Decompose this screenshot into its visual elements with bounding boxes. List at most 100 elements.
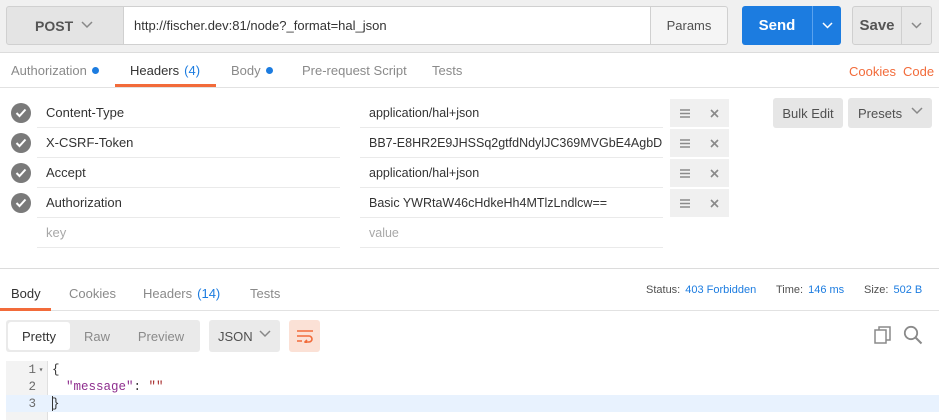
header-key-field[interactable]: Content-Type — [37, 98, 340, 128]
checkbox-checked-icon[interactable] — [11, 163, 31, 183]
chevron-down-icon — [911, 107, 923, 115]
request-bar: POST http://fischer.dev:81/node?_format=… — [0, 0, 939, 53]
new-header-value-input[interactable]: value — [360, 218, 663, 248]
preview-button[interactable]: Preview — [126, 320, 196, 352]
response-tab-body[interactable]: Body — [11, 275, 41, 311]
chevron-down-icon — [259, 330, 271, 338]
params-label: Params — [666, 18, 712, 33]
header-key-text: Accept — [46, 165, 86, 180]
send-dropdown-button[interactable] — [812, 6, 841, 45]
header-value-text: application/hal+json — [369, 165, 480, 180]
url-input[interactable]: http://fischer.dev:81/node?_format=hal_j… — [123, 6, 651, 45]
header-value-field[interactable]: application/hal+json — [360, 98, 663, 128]
save-button[interactable]: Save — [852, 6, 902, 45]
presets-dropdown[interactable]: Presets — [848, 98, 932, 128]
method-label: POST — [35, 17, 74, 34]
checkbox-checked-icon[interactable] — [11, 103, 31, 123]
json-colon: : — [133, 379, 149, 394]
line-number: 1 — [28, 362, 36, 377]
header-key-text: Authorization — [46, 195, 122, 210]
status-label: Status: — [646, 284, 681, 296]
response-code-viewer[interactable]: 1 ▾ { 2 "message": "" 3 } — [6, 361, 939, 420]
header-row: Accept application/hal+json — [0, 158, 939, 188]
tab-pre-request-label: Pre-request Script — [302, 63, 407, 78]
row-actions — [670, 129, 729, 157]
header-value-field[interactable]: Basic YWRtaW46cHdkeHh4MTlzLndlcw== — [360, 188, 663, 218]
header-value-text: Basic YWRtaW46cHdkeHh4MTlzLndlcw== — [369, 195, 608, 210]
tab-headers[interactable]: Headers (4) — [130, 53, 200, 88]
menu-icon[interactable] — [670, 168, 700, 178]
size-meta: Size: 502 B — [864, 275, 922, 305]
response-tab-headers[interactable]: Headers (14) — [143, 275, 220, 311]
wrap-lines-button[interactable] — [289, 320, 320, 352]
pretty-button[interactable]: Pretty — [8, 322, 70, 350]
menu-icon[interactable] — [670, 138, 700, 148]
code-text: { — [52, 362, 60, 377]
search-icon[interactable] — [903, 325, 923, 345]
response-tab-headers-label: Headers — [143, 285, 193, 301]
tab-body-label: Body — [231, 63, 261, 78]
params-button[interactable]: Params — [650, 6, 728, 45]
method-select[interactable]: POST — [6, 6, 124, 45]
tab-authorization[interactable]: Authorization — [11, 53, 99, 88]
checkbox-checked-icon[interactable] — [11, 133, 31, 153]
tab-headers-count: (4) — [184, 63, 201, 78]
response-tab-headers-count: (14) — [197, 285, 221, 301]
format-label: JSON — [218, 328, 253, 344]
presets-label: Presets — [858, 105, 903, 121]
raw-button[interactable]: Raw — [72, 320, 122, 352]
active-response-tab-indicator — [0, 308, 51, 311]
menu-icon[interactable] — [670, 198, 700, 208]
wrap-lines-icon — [296, 330, 313, 343]
header-key-field[interactable]: Authorization — [37, 188, 340, 218]
chevron-down-icon — [821, 22, 833, 29]
save-dropdown-button[interactable] — [901, 6, 932, 45]
tab-tests[interactable]: Tests — [432, 53, 462, 88]
cookies-link-label: Cookies — [849, 64, 896, 79]
copy-icon[interactable] — [873, 325, 893, 345]
fold-arrow-icon[interactable]: ▾ — [36, 365, 46, 375]
save-label: Save — [859, 17, 895, 34]
header-key-field[interactable]: X-CSRF-Token — [37, 128, 340, 158]
close-icon[interactable] — [700, 108, 729, 118]
header-row: X-CSRF-Token BB7-E8HR2E9JHSSq2gtfdNdylJC… — [0, 128, 939, 158]
code-line: 1 ▾ { — [6, 361, 939, 378]
tab-pre-request-script[interactable]: Pre-request Script — [302, 53, 407, 88]
size-value[interactable]: 502 B — [893, 284, 922, 296]
format-select[interactable]: JSON — [209, 320, 280, 352]
header-value-field[interactable]: BB7-E8HR2E9JHSSq2gtfdNdylJC369MVGbE4AgbD… — [360, 128, 663, 158]
close-icon[interactable] — [700, 168, 729, 178]
new-header-row: key value — [0, 218, 939, 248]
status-meta: Status: 403 Forbidden — [646, 275, 756, 305]
header-key-field[interactable]: Accept — [37, 158, 340, 188]
cookies-link[interactable]: Cookies — [849, 53, 896, 90]
bulk-edit-button[interactable]: Bulk Edit — [773, 98, 843, 128]
url-text: http://fischer.dev:81/node?_format=hal_j… — [134, 18, 387, 33]
send-button[interactable]: Send — [742, 6, 812, 45]
new-header-key-input[interactable]: key — [37, 218, 340, 248]
section-divider — [0, 268, 939, 269]
key-placeholder: key — [46, 225, 67, 240]
close-icon[interactable] — [700, 198, 729, 208]
line-number: 3 — [28, 396, 36, 411]
header-value-field[interactable]: application/hal+json — [360, 158, 663, 188]
close-icon[interactable] — [700, 138, 729, 148]
response-tab-tests-label: Tests — [250, 285, 281, 301]
size-label: Size: — [864, 284, 889, 296]
status-value[interactable]: 403 Forbidden — [685, 284, 756, 296]
time-value[interactable]: 146 ms — [808, 284, 844, 296]
tab-body[interactable]: Body — [231, 53, 273, 88]
row-actions — [670, 159, 729, 187]
code-link[interactable]: Code — [903, 53, 934, 90]
response-tab-tests[interactable]: Tests — [250, 275, 280, 311]
request-tabs: Authorization Headers (4) Body Pre-reque… — [0, 53, 939, 88]
tab-headers-label: Headers — [130, 63, 180, 78]
checkbox-checked-icon[interactable] — [11, 193, 31, 213]
response-tab-cookies[interactable]: Cookies — [69, 275, 116, 311]
response-tab-body-label: Body — [11, 285, 41, 301]
code-text: } — [52, 396, 60, 411]
time-meta: Time: 146 ms — [776, 275, 844, 305]
row-actions — [670, 99, 729, 127]
menu-icon[interactable] — [670, 108, 700, 118]
tab-tests-label: Tests — [432, 63, 463, 78]
